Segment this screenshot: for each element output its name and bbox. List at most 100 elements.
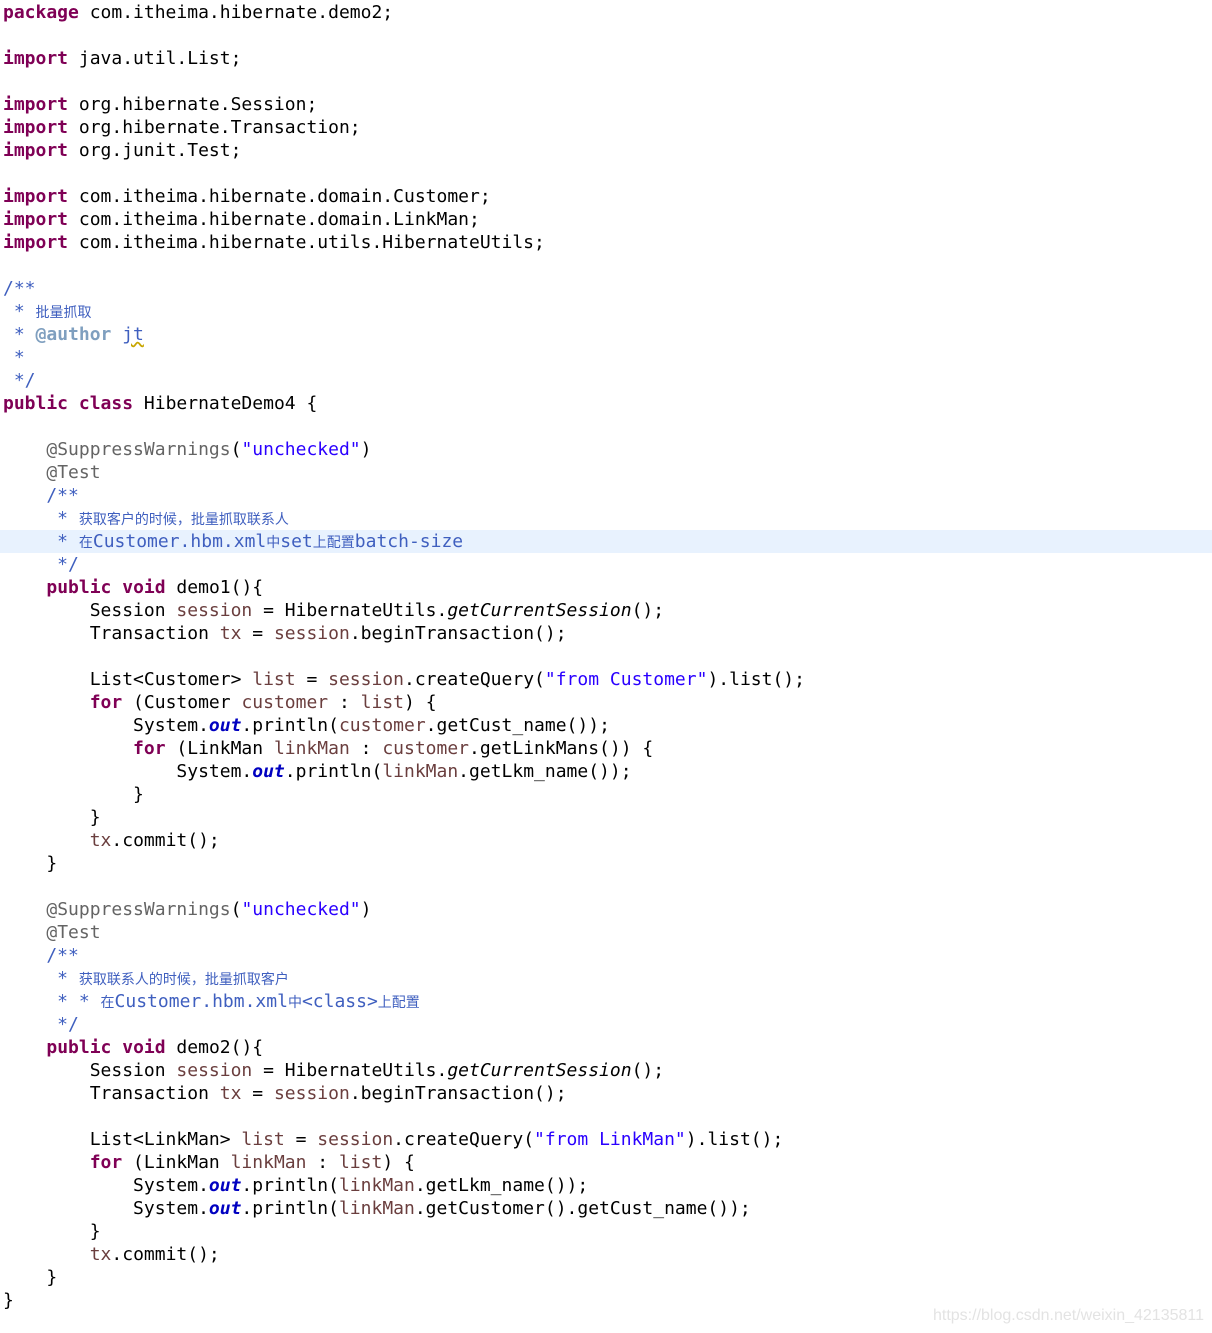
code-line[interactable]: /** xyxy=(0,944,1212,967)
code-line[interactable]: @Test xyxy=(0,461,1212,484)
code-token: out xyxy=(208,1198,242,1219)
code-line[interactable]: Transaction tx = session.beginTransactio… xyxy=(0,622,1212,645)
code-line[interactable]: * * 在Customer.hbm.xml中<class>上配置 xyxy=(0,990,1212,1013)
code-line[interactable]: * 批量抓取 xyxy=(0,300,1212,323)
code-line[interactable]: @SuppressWarnings("unchecked") xyxy=(0,438,1212,461)
code-line[interactable]: * 在Customer.hbm.xml中set上配置batch-size xyxy=(0,530,1212,553)
code-token: "unchecked" xyxy=(241,439,361,460)
code-line[interactable] xyxy=(0,24,1212,47)
code-line[interactable]: @SuppressWarnings("unchecked") xyxy=(0,898,1212,921)
code-token: import xyxy=(3,232,69,253)
code-token: .getCustomer().getCust_name()); xyxy=(414,1198,751,1219)
code-token: HibernateDemo4 { xyxy=(133,393,318,414)
code-line[interactable]: */ xyxy=(0,553,1212,576)
code-token: list xyxy=(252,669,296,690)
code-line[interactable]: public class HibernateDemo4 { xyxy=(0,392,1212,415)
code-line[interactable] xyxy=(0,70,1212,93)
code-editor[interactable]: package com.itheima.hibernate.demo2; impo… xyxy=(0,0,1212,1333)
code-token: = xyxy=(284,1129,318,1150)
code-line[interactable]: import com.itheima.hibernate.domain.Cust… xyxy=(0,185,1212,208)
code-line[interactable]: List<Customer> list = session.createQuer… xyxy=(0,668,1212,691)
code-line[interactable]: for (LinkMan linkMan : list) { xyxy=(0,1151,1212,1174)
code-line[interactable]: for (Customer customer : list) { xyxy=(0,691,1212,714)
code-line[interactable]: System.out.println(customer.getCust_name… xyxy=(0,714,1212,737)
code-line[interactable]: */ xyxy=(0,369,1212,392)
code-line[interactable]: } xyxy=(0,806,1212,829)
code-line[interactable]: * 获取客户的时候，批量抓取联系人 xyxy=(0,507,1212,530)
code-line[interactable]: List<LinkMan> list = session.createQuery… xyxy=(0,1128,1212,1151)
code-line[interactable] xyxy=(0,254,1212,277)
code-line[interactable]: package com.itheima.hibernate.demo2; xyxy=(0,1,1212,24)
code-line[interactable] xyxy=(0,875,1212,898)
code-token: Transaction xyxy=(3,623,220,644)
code-line[interactable]: Transaction tx = session.beginTransactio… xyxy=(0,1082,1212,1105)
code-token: 上配置 xyxy=(377,995,420,1011)
code-token: org.hibernate.Transaction; xyxy=(68,117,361,138)
code-line[interactable]: System.out.println(linkMan.getLkm_name()… xyxy=(0,1174,1212,1197)
code-token: (LinkMan xyxy=(165,738,274,759)
code-token: session xyxy=(273,1083,350,1104)
code-token: public xyxy=(46,577,112,598)
code-token: .println( xyxy=(241,715,339,736)
code-token: ) { xyxy=(404,692,437,713)
code-line[interactable]: Session session = HibernateUtils.getCurr… xyxy=(0,599,1212,622)
code-token: .commit(); xyxy=(111,830,220,851)
code-token: com.itheima.hibernate.domain.Customer; xyxy=(68,186,491,207)
code-line[interactable]: /** xyxy=(0,484,1212,507)
code-token: org.junit.Test; xyxy=(68,140,242,161)
code-token: * xyxy=(3,968,79,989)
code-token: getCurrentSession xyxy=(447,1060,632,1081)
code-line[interactable]: public void demo2(){ xyxy=(0,1036,1212,1059)
code-line[interactable]: tx.commit(); xyxy=(0,829,1212,852)
code-line[interactable]: for (LinkMan linkMan : customer.getLinkM… xyxy=(0,737,1212,760)
code-token: class xyxy=(78,393,134,414)
code-line[interactable] xyxy=(0,1105,1212,1128)
code-line[interactable]: import com.itheima.hibernate.utils.Hiber… xyxy=(0,231,1212,254)
code-token: batch-size xyxy=(354,531,464,552)
code-line[interactable]: System.out.println(linkMan.getLkm_name()… xyxy=(0,760,1212,783)
code-token: list xyxy=(241,1129,285,1150)
code-line[interactable]: @Test xyxy=(0,921,1212,944)
code-line[interactable]: } xyxy=(0,783,1212,806)
code-line[interactable] xyxy=(0,645,1212,668)
code-line[interactable]: /** xyxy=(0,277,1212,300)
code-token: = xyxy=(241,1083,274,1104)
code-token: import xyxy=(3,117,69,138)
code-token: list xyxy=(338,1152,383,1173)
code-token: 在 xyxy=(78,535,93,551)
code-line[interactable]: public void demo1(){ xyxy=(0,576,1212,599)
code-line[interactable] xyxy=(0,162,1212,185)
code-line[interactable]: Session session = HibernateUtils.getCurr… xyxy=(0,1059,1212,1082)
code-token: * xyxy=(3,531,79,552)
code-line[interactable]: import org.hibernate.Session; xyxy=(0,93,1212,116)
code-line[interactable]: } xyxy=(0,852,1212,875)
code-token: (Customer xyxy=(122,692,242,713)
code-line[interactable]: } xyxy=(0,1220,1212,1243)
code-token: System. xyxy=(3,715,209,736)
code-line[interactable]: * 获取联系人的时候，批量抓取客户 xyxy=(0,967,1212,990)
code-line[interactable]: tx.commit(); xyxy=(0,1243,1212,1266)
code-token: linkMan xyxy=(230,1152,307,1173)
code-line[interactable] xyxy=(0,415,1212,438)
code-token: * * xyxy=(3,991,101,1012)
code-line[interactable]: import com.itheima.hibernate.domain.Link… xyxy=(0,208,1212,231)
code-line[interactable]: */ xyxy=(0,1013,1212,1036)
code-token: org.hibernate.Session; xyxy=(68,94,318,115)
code-line[interactable]: import java.util.List; xyxy=(0,47,1212,70)
code-token: tx xyxy=(219,1083,242,1104)
code-line[interactable]: } xyxy=(0,1266,1212,1289)
code-token: for xyxy=(89,692,123,713)
code-token: session xyxy=(273,623,350,644)
code-token: java.util.List; xyxy=(68,48,242,69)
code-line[interactable]: * @author jt xyxy=(0,323,1212,346)
code-line[interactable]: import org.junit.Test; xyxy=(0,139,1212,162)
code-token: linkMan xyxy=(338,1175,415,1196)
code-line[interactable]: System.out.println(linkMan.getCustomer()… xyxy=(0,1197,1212,1220)
code-line[interactable]: * xyxy=(0,346,1212,369)
code-line[interactable]: import org.hibernate.Transaction; xyxy=(0,116,1212,139)
